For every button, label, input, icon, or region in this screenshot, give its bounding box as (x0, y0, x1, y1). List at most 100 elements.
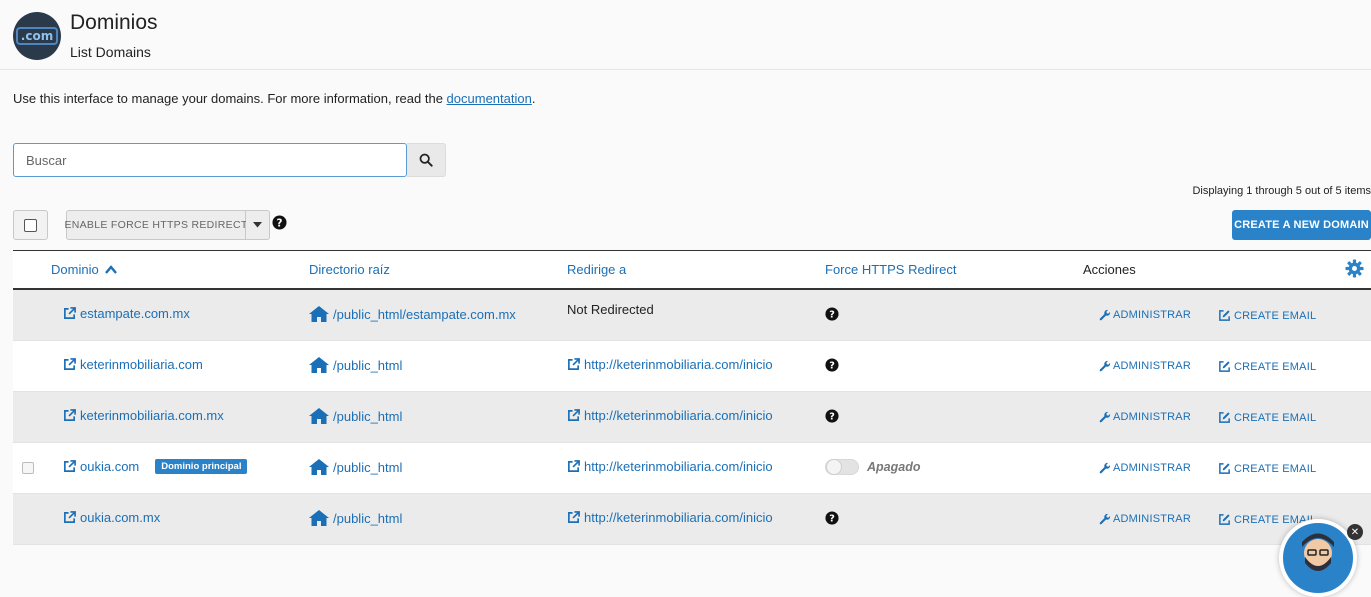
svg-text:?: ? (829, 514, 835, 525)
wrench-icon (1099, 513, 1111, 525)
domain-cell[interactable]: estampate.com.mx (63, 306, 190, 321)
create-email-label: CREATE EMAIL (1234, 411, 1317, 424)
manage-button[interactable]: ADMINISTRAR (1099, 513, 1191, 525)
external-link-icon (64, 358, 76, 370)
chat-widget-button[interactable] (1279, 519, 1357, 597)
redirect-link[interactable]: http://keterinmobiliaria.com/inicio (584, 459, 773, 474)
docroot-cell[interactable]: /public_html/estampate.com.mx (309, 306, 516, 322)
redirect-link[interactable]: http://keterinmobiliaria.com/inicio (584, 408, 773, 423)
redirect-cell[interactable]: http://keterinmobiliaria.com/inicio (567, 357, 773, 372)
column-force-https[interactable]: Force HTTPS Redirect (825, 262, 956, 277)
manage-label: ADMINISTRAR (1113, 411, 1191, 423)
table-row: oukia.com.mx/public_html http://keterinmo… (13, 494, 1371, 545)
docroot-link[interactable]: /public_html (333, 511, 402, 526)
edit-icon (1219, 361, 1230, 372)
external-link-icon (568, 511, 580, 523)
docroot-cell[interactable]: /public_html (309, 357, 402, 373)
wrench-icon (1099, 309, 1111, 321)
external-link-icon (64, 409, 76, 421)
table-row: keterinmobiliaria.com.mx/public_html http… (13, 392, 1371, 443)
table-header: Dominio Directorio raíz Redirige a Force… (13, 250, 1371, 290)
row-checkbox[interactable] (22, 462, 34, 474)
redirect-link[interactable]: http://keterinmobiliaria.com/inicio (584, 510, 773, 525)
create-new-domain-button[interactable]: CREATE A NEW DOMAIN (1232, 210, 1371, 240)
column-redirect[interactable]: Redirige a (567, 262, 626, 277)
search-input[interactable] (13, 143, 407, 177)
force-https-help[interactable]: ? (825, 307, 839, 321)
home-icon (309, 459, 329, 475)
wrench-icon (1099, 462, 1111, 474)
column-domain[interactable]: Dominio (51, 262, 118, 277)
docroot-link[interactable]: /public_html (333, 358, 402, 373)
https-dropdown-toggle[interactable] (246, 210, 270, 240)
https-help[interactable]: ? (272, 215, 287, 235)
enable-force-https-button[interactable]: ENABLE FORCE HTTPS REDIRECT (64, 210, 247, 240)
external-link-icon (568, 409, 580, 421)
chat-close-button[interactable]: ✕ (1347, 524, 1363, 540)
redirect-cell[interactable]: http://keterinmobiliaria.com/inicio (567, 408, 773, 423)
app-logo-text: .com (15, 27, 59, 45)
domain-cell[interactable]: keterinmobiliaria.com.mx (63, 408, 224, 423)
svg-text:?: ? (829, 412, 835, 423)
force-https-help[interactable]: ? (825, 358, 839, 372)
domain-link[interactable]: oukia.com (80, 459, 139, 474)
domain-link[interactable]: estampate.com.mx (80, 306, 190, 321)
manage-button[interactable]: ADMINISTRAR (1099, 360, 1191, 372)
docroot-link[interactable]: /public_html (333, 409, 402, 424)
domain-cell[interactable]: oukia.com Dominio principal (63, 459, 248, 474)
create-email-button[interactable]: CREATE EMAIL (1218, 462, 1316, 475)
table-settings-button[interactable] (1345, 259, 1364, 283)
manage-button[interactable]: ADMINISTRAR (1099, 462, 1191, 474)
search-button[interactable] (407, 143, 446, 177)
table-row: estampate.com.mx/public_html/estampate.c… (13, 290, 1371, 341)
documentation-link[interactable]: documentation (447, 91, 532, 106)
manage-label: ADMINISTRAR (1113, 309, 1191, 321)
manage-button[interactable]: ADMINISTRAR (1099, 411, 1191, 423)
select-all-checkbox[interactable] (13, 210, 48, 240)
docroot-cell[interactable]: /public_html (309, 459, 402, 475)
help-icon: ? (825, 358, 839, 372)
domain-cell[interactable]: keterinmobiliaria.com (63, 357, 203, 372)
manage-button[interactable]: ADMINISTRAR (1099, 309, 1191, 321)
primary-domain-badge: Dominio principal (155, 459, 248, 474)
wrench-icon (1099, 411, 1111, 423)
edit-icon (1219, 412, 1230, 423)
docroot-cell[interactable]: /public_html (309, 510, 402, 526)
docroot-link[interactable]: /public_html/estampate.com.mx (333, 307, 516, 322)
force-https-help[interactable]: ? (825, 409, 839, 423)
page-title: Dominios (70, 11, 158, 34)
redirect-cell[interactable]: http://keterinmobiliaria.com/inicio (567, 459, 773, 474)
redirect-link[interactable]: http://keterinmobiliaria.com/inicio (584, 357, 773, 372)
domain-link[interactable]: oukia.com.mx (80, 510, 160, 525)
manage-label: ADMINISTRAR (1113, 360, 1191, 372)
docroot-cell[interactable]: /public_html (309, 408, 402, 424)
intro-sentence: Use this interface to manage your domain… (13, 91, 447, 106)
help-icon: ? (825, 409, 839, 423)
create-email-button[interactable]: CREATE EMAIL (1218, 360, 1316, 373)
domain-cell[interactable]: oukia.com.mx (63, 510, 160, 525)
column-docroot[interactable]: Directorio raíz (309, 262, 390, 277)
close-icon: ✕ (1350, 526, 1360, 538)
manage-label: ADMINISTRAR (1113, 462, 1191, 474)
force-https-help[interactable]: ? (825, 511, 839, 525)
domain-link[interactable]: keterinmobiliaria.com (80, 357, 203, 372)
domains-app-icon: .com (13, 12, 61, 60)
create-email-label: CREATE EMAIL (1234, 462, 1317, 475)
domain-link[interactable]: keterinmobiliaria.com.mx (80, 408, 224, 423)
intro-suffix: . (531, 91, 536, 106)
force-https-cell[interactable]: Apagado (825, 459, 920, 475)
edit-icon (1219, 310, 1230, 321)
home-icon (309, 357, 329, 373)
column-domain-label: Dominio (51, 262, 99, 277)
external-link-icon (568, 460, 580, 472)
intro-text: Use this interface to manage your domain… (13, 91, 535, 106)
force-https-toggle[interactable] (825, 459, 859, 475)
search-icon (419, 153, 433, 167)
external-link-icon (64, 307, 76, 319)
redirect-cell[interactable]: http://keterinmobiliaria.com/inicio (567, 510, 773, 525)
create-email-button[interactable]: CREATE EMAIL (1218, 411, 1316, 424)
docroot-link[interactable]: /public_html (333, 460, 402, 475)
external-link-icon (568, 358, 580, 370)
create-email-button[interactable]: CREATE EMAIL (1218, 309, 1316, 322)
redirect-status: Not Redirected (567, 302, 654, 317)
